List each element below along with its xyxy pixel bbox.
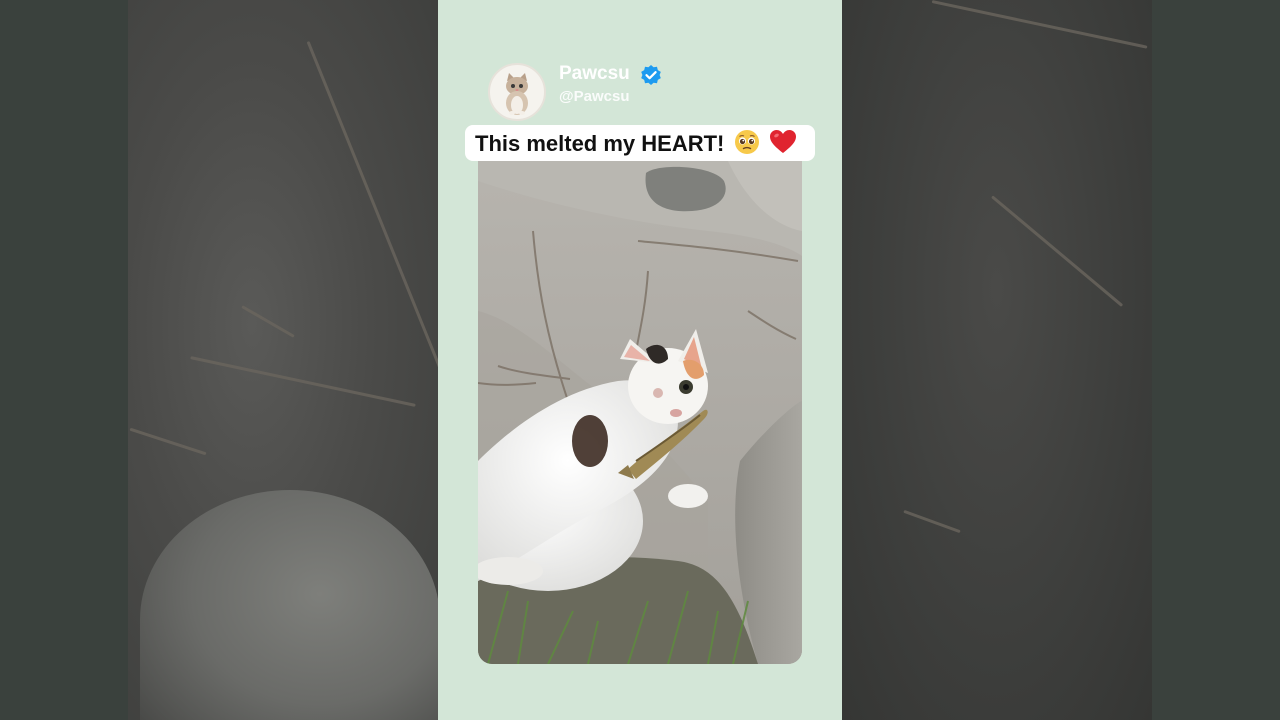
post-caption: This melted my HEART! bbox=[465, 125, 815, 161]
verified-badge-icon bbox=[640, 64, 662, 86]
post-card: Pawcsu @Pawcsu This melted my HEART! bbox=[438, 0, 842, 720]
cat-avatar-icon[interactable] bbox=[488, 63, 546, 121]
video-frame: Pawcsu @Pawcsu This melted my HEART! bbox=[0, 0, 1280, 720]
cat-video[interactable] bbox=[478, 161, 802, 664]
letterbox-left bbox=[0, 0, 128, 720]
pleading-face-icon bbox=[734, 129, 760, 161]
author-name[interactable]: Pawcsu bbox=[559, 63, 630, 85]
caption-text: This melted my HEART! bbox=[475, 131, 725, 156]
author-handle[interactable]: @Pawcsu bbox=[559, 88, 630, 105]
blurred-background-right bbox=[842, 0, 1152, 720]
letterbox-right bbox=[1152, 0, 1280, 720]
red-heart-icon bbox=[769, 129, 797, 161]
